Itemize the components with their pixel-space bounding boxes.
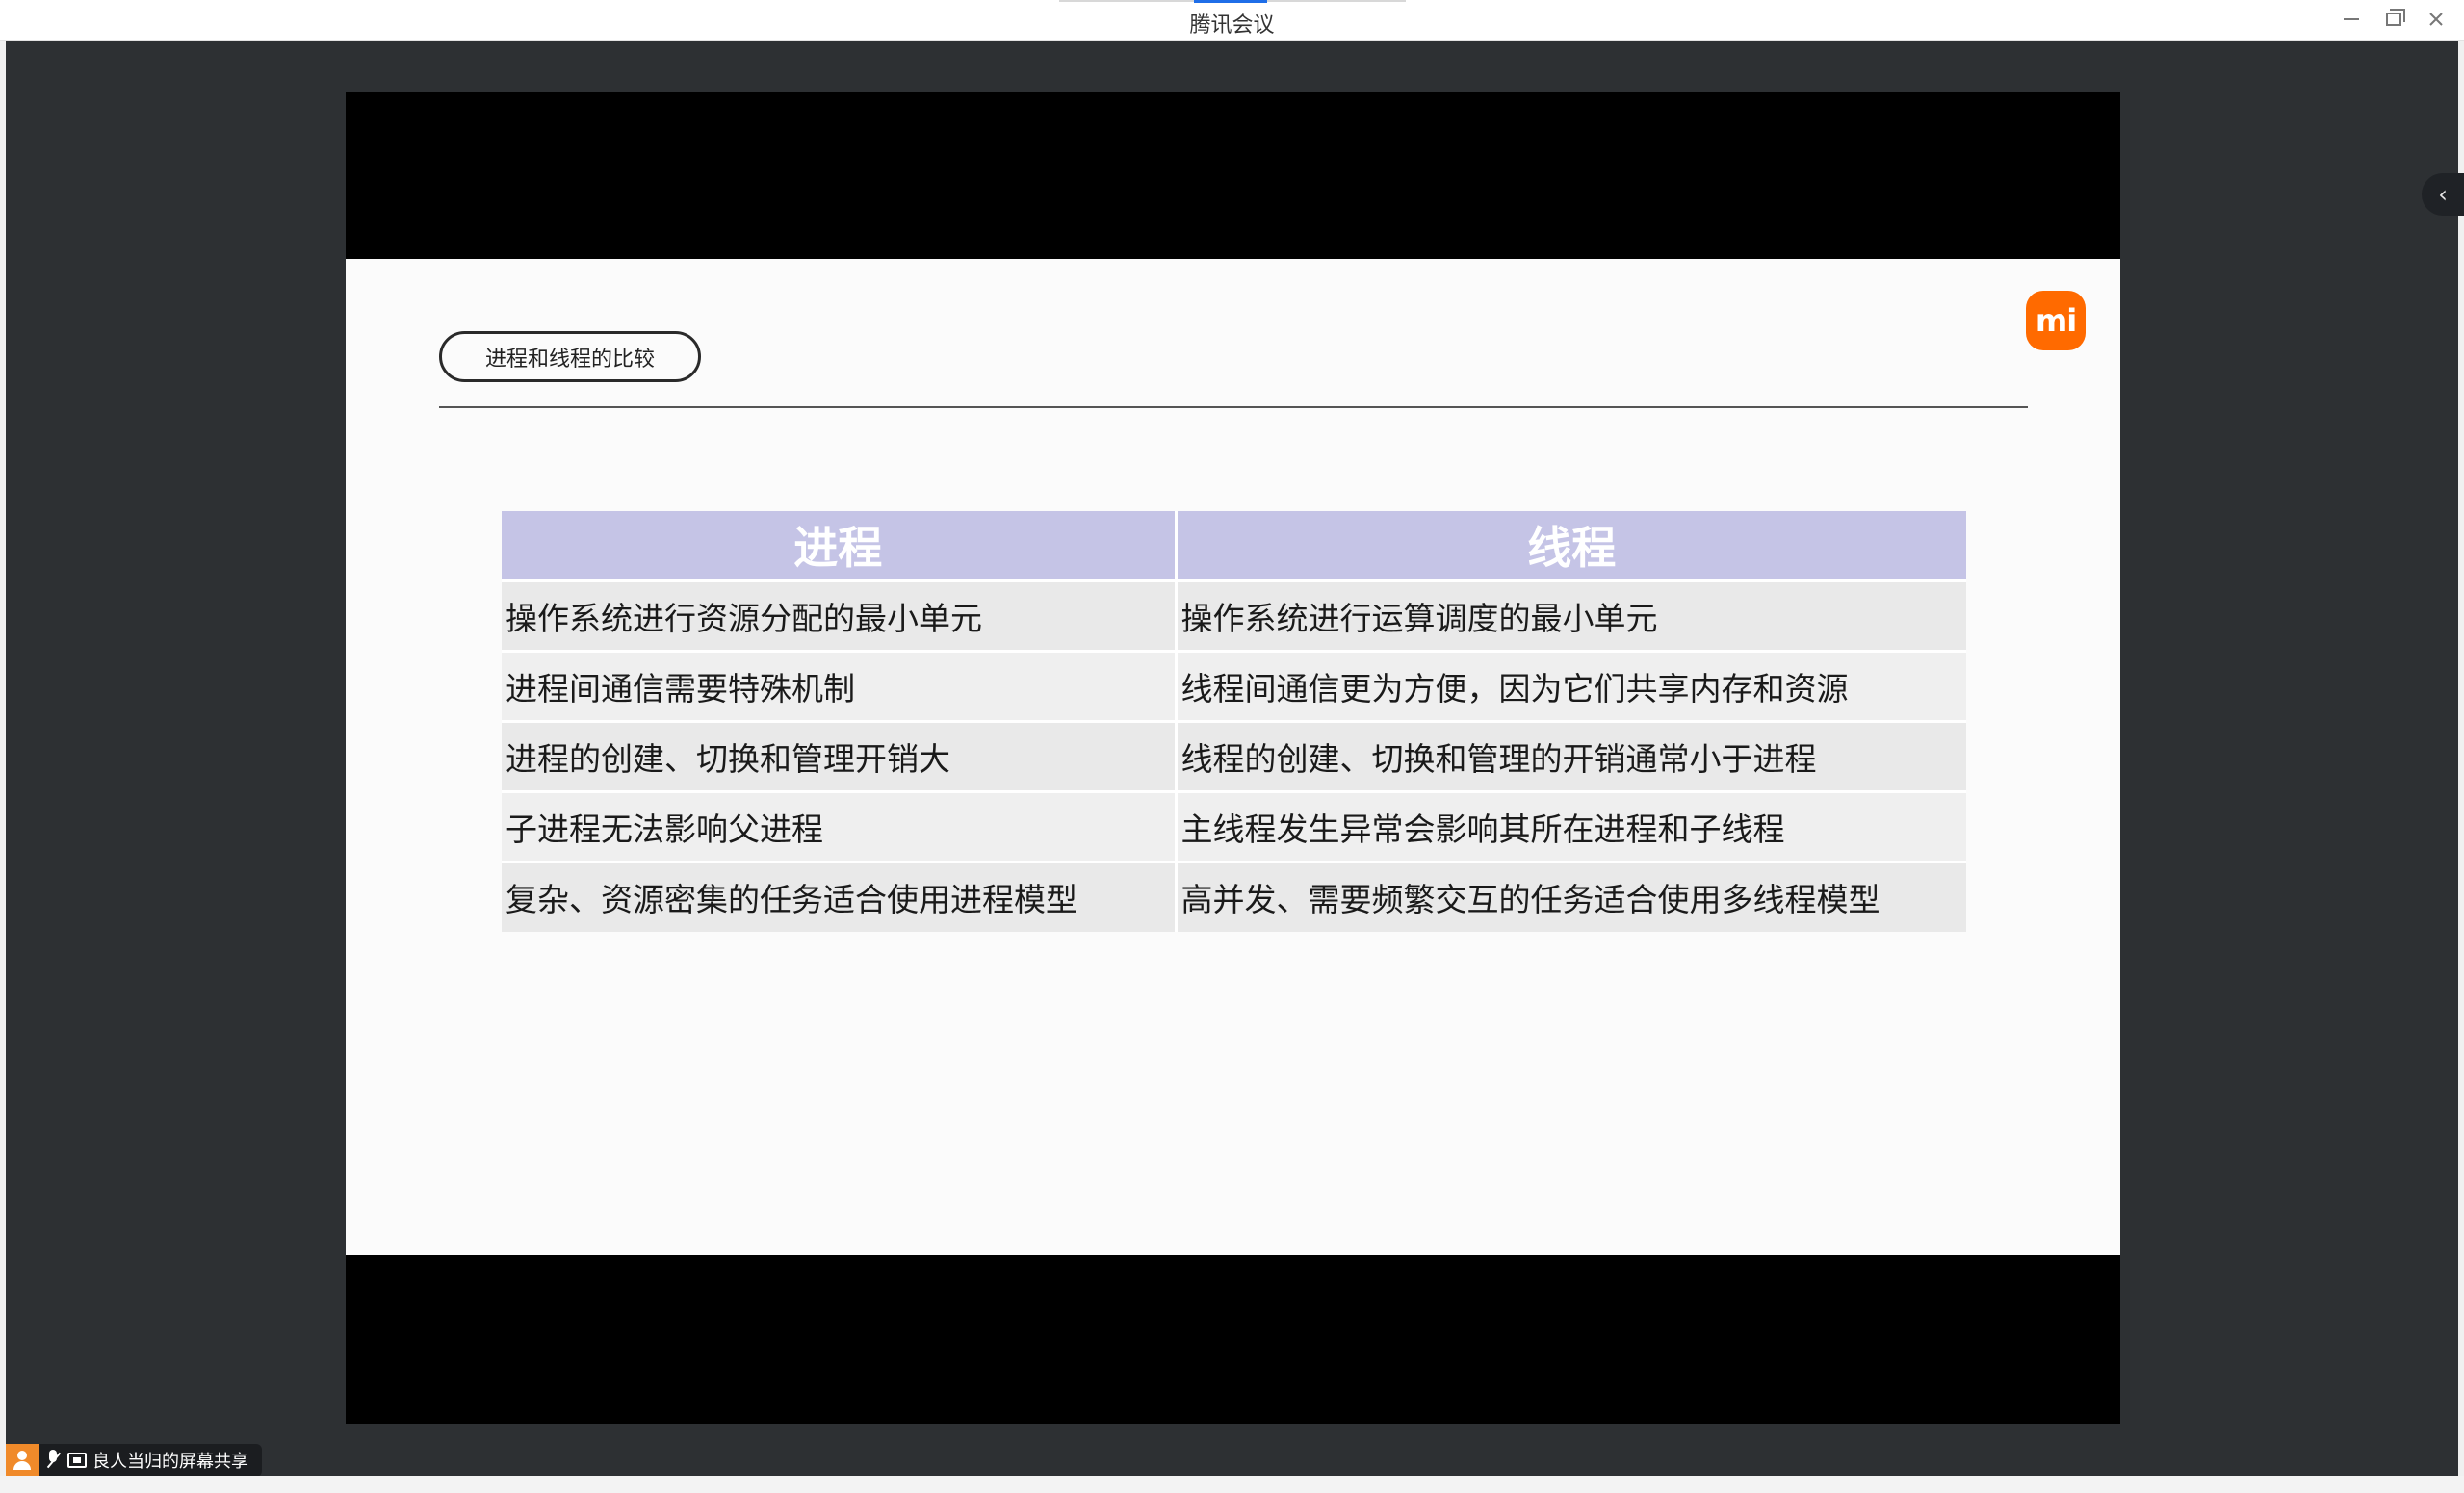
table-cell: 操作系统进行运算调度的最小单元 [1176, 579, 1966, 651]
bottom-status-strip [0, 1476, 2464, 1493]
avatar[interactable] [6, 1444, 39, 1477]
title-tab-indicator [1194, 0, 1267, 3]
table-cell: 操作系统进行资源分配的最小单元 [502, 579, 1178, 651]
table-cell: 复杂、资源密集的任务适合使用进程模型 [502, 860, 1178, 932]
close-button[interactable] [2417, 4, 2455, 35]
table-row: 子进程无法影响父进程 主线程发生异常会影响其所在进程和子线程 [502, 789, 1966, 862]
close-icon [2429, 13, 2443, 26]
table-cell: 进程的创建、切换和管理开销大 [502, 719, 1178, 791]
mic-muted-icon [44, 1450, 62, 1471]
table-cell: 高并发、需要频繁交互的任务适合使用多线程模型 [1176, 860, 1966, 932]
table-cell: 主线程发生异常会影响其所在进程和子线程 [1176, 789, 1966, 862]
user-icon [11, 1449, 34, 1472]
table-row: 进程的创建、切换和管理开销大 线程的创建、切换和管理的开销通常小于进程 [502, 719, 1966, 791]
table-cell: 进程间通信需要特殊机制 [502, 649, 1178, 721]
screen-share-icon [67, 1453, 87, 1468]
minimize-button[interactable] [2332, 4, 2371, 35]
presentation-slide: 进程和线程的比较 mi 进程 线程 操作系统进行资源分配的最小单元 操作系统进行… [346, 259, 2120, 1255]
side-panel-toggle[interactable]: ‹ [2422, 173, 2464, 216]
table-header-row: 进程 线程 [502, 511, 1966, 580]
share-status-pill[interactable]: 良人当归的屏幕共享 [39, 1444, 262, 1477]
slide-divider [439, 406, 2028, 408]
header-thread: 线程 [1176, 511, 1966, 580]
title-bar: 腾讯会议 [0, 0, 2464, 41]
slide-section-title: 进程和线程的比较 [439, 331, 701, 382]
minimize-icon [2344, 18, 2359, 20]
comparison-table: 进程 线程 操作系统进行资源分配的最小单元 操作系统进行运算调度的最小单元 进程… [502, 511, 1966, 932]
restore-button[interactable] [2374, 4, 2413, 35]
xiaomi-logo: mi [2026, 291, 2086, 350]
table-row: 操作系统进行资源分配的最小单元 操作系统进行运算调度的最小单元 [502, 579, 1966, 651]
table-row: 复杂、资源密集的任务适合使用进程模型 高并发、需要频繁交互的任务适合使用多线程模… [502, 860, 1966, 932]
left-window-edge [0, 41, 6, 1476]
screen-share-indicator[interactable]: 良人当归的屏幕共享 [6, 1444, 262, 1477]
shared-screen-view: 进程和线程的比较 mi 进程 线程 操作系统进行资源分配的最小单元 操作系统进行… [346, 92, 2120, 1424]
right-window-edge [2458, 41, 2464, 1476]
table-cell: 线程的创建、切换和管理的开销通常小于进程 [1176, 719, 1966, 791]
restore-icon [2386, 9, 2405, 26]
table-row: 进程间通信需要特殊机制 线程间通信更为方便，因为它们共享内存和资源 [502, 649, 1966, 721]
table-cell: 子进程无法影响父进程 [502, 789, 1178, 862]
table-cell: 线程间通信更为方便，因为它们共享内存和资源 [1176, 649, 1966, 721]
header-process: 进程 [502, 511, 1178, 580]
share-status-label: 良人当归的屏幕共享 [92, 1452, 248, 1472]
app-title: 腾讯会议 [1189, 13, 1275, 38]
chevron-left-icon: ‹ [2438, 181, 2448, 208]
